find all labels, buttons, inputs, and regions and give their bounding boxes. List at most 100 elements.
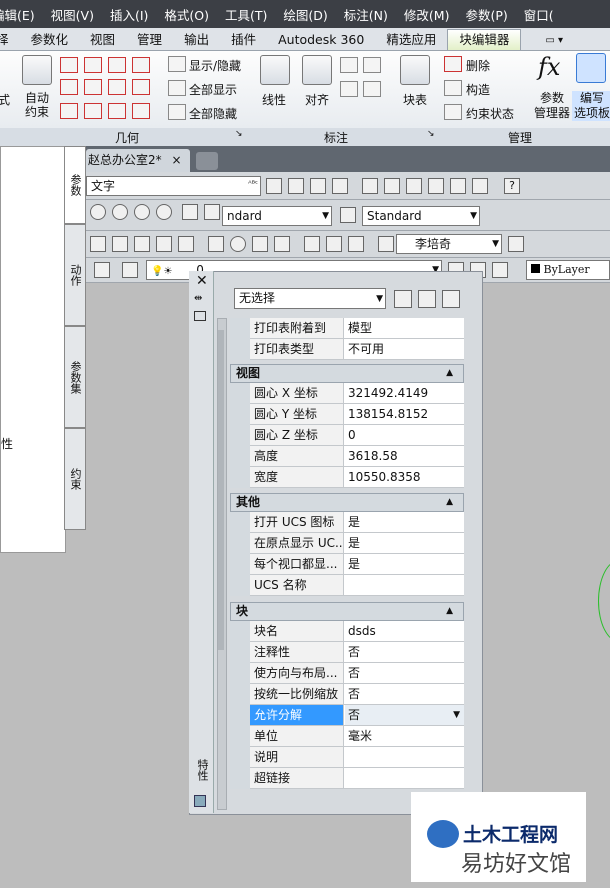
dim-baseline-icon[interactable] — [134, 236, 150, 252]
delete-button[interactable]: 删除 — [466, 57, 490, 74]
zoom-realtime-icon[interactable] — [332, 178, 348, 194]
menu-format[interactable]: 格式(O) — [164, 5, 209, 24]
symmetric-icon[interactable] — [108, 103, 126, 119]
new-tab-button[interactable] — [196, 152, 218, 170]
property-value[interactable]: 0 — [345, 425, 464, 445]
property-row[interactable]: 圆心 X 坐标 321492.4149 — [250, 383, 464, 404]
section-header-view[interactable]: 视图 ▲ — [230, 364, 464, 383]
angular-icon[interactable] — [340, 57, 358, 73]
tab-view[interactable]: 视图 — [79, 30, 126, 50]
tangent-icon[interactable] — [60, 103, 78, 119]
box-open-icon[interactable] — [204, 204, 220, 220]
linear-dimension-icon[interactable] — [260, 55, 290, 85]
text-style-select[interactable]: ndard ▼ — [222, 206, 332, 226]
tab-featured-apps[interactable]: 精选应用 — [375, 30, 447, 50]
property-row[interactable]: 按统一比例缩放 否 — [250, 684, 464, 705]
palette-tab-constraints[interactable]: 约束 — [64, 428, 86, 530]
convert-icon[interactable] — [363, 81, 381, 97]
palette-properties-icon[interactable] — [194, 795, 206, 807]
dimension-style-select[interactable]: Standard ▼ — [362, 206, 480, 226]
fix-icon[interactable] — [132, 57, 150, 73]
calculator-icon[interactable] — [472, 178, 488, 194]
jogged-icon[interactable] — [274, 236, 290, 252]
close-icon[interactable]: ✕ — [196, 273, 208, 289]
tab-block-editor[interactable]: 块编辑器 — [447, 29, 522, 50]
sphere-remove-icon[interactable] — [134, 204, 150, 220]
tab-parametric[interactable]: 参数化 — [20, 30, 80, 50]
spell-check-icon[interactable]: ᴬᴮᶜ — [248, 175, 258, 193]
tab-plugins[interactable]: 插件 — [220, 30, 267, 50]
authoring-palette-icon[interactable] — [576, 53, 606, 83]
property-value[interactable]: 否 — [345, 663, 464, 683]
selection-select[interactable]: 无选择 ▼ — [234, 288, 386, 309]
block-table-button[interactable]: 块表 — [403, 91, 427, 108]
property-row[interactable]: UCS 名称 — [250, 575, 464, 596]
auto-hide-icon[interactable]: ⇹ — [194, 293, 202, 304]
collinear-icon[interactable] — [84, 57, 102, 73]
auto-constrain-button[interactable]: 自动 约束 — [22, 91, 52, 119]
dimension-style-icon[interactable] — [340, 207, 356, 223]
menu-dimension[interactable]: 标注(N) — [344, 5, 388, 24]
markup-icon[interactable] — [450, 178, 466, 194]
dim-linear-icon[interactable] — [90, 236, 106, 252]
color-select[interactable]: ByLayer — [526, 260, 610, 280]
search-input[interactable]: 文字 ᴬᴮᶜ — [86, 176, 261, 196]
property-row[interactable]: 单位 毫米 — [250, 726, 464, 747]
dim-update-icon[interactable] — [348, 236, 364, 252]
show-all-button[interactable]: 全部显示 — [189, 81, 237, 98]
zoom-window-icon[interactable] — [288, 178, 304, 194]
property-row[interactable]: 打印表附着到 模型 — [250, 318, 464, 339]
property-value[interactable] — [345, 575, 464, 595]
panel-expand-icon[interactable]: ↘ — [235, 129, 243, 139]
constraint-status-button[interactable]: 约束状态 — [466, 105, 514, 122]
authoring-palette-button[interactable]: 编写 选项板 — [572, 91, 610, 121]
close-icon[interactable]: × — [171, 153, 181, 167]
menu-edit[interactable]: 编辑(E) — [0, 5, 35, 24]
perpendicular-icon[interactable] — [84, 79, 102, 95]
block-table-icon[interactable] — [400, 55, 430, 85]
linear-button[interactable]: 线性 — [262, 91, 286, 108]
property-row[interactable]: 圆心 Z 坐标 0 — [250, 425, 464, 446]
parameter-manager-button[interactable]: 参数 管理器 — [532, 91, 572, 121]
palette-tab-parameter-sets[interactable]: 参数集 — [64, 326, 86, 428]
property-row[interactable]: 圆心 Y 坐标 138154.8152 — [250, 404, 464, 425]
collapse-icon[interactable]: ▲ — [446, 603, 453, 620]
help-icon[interactable]: ? — [504, 178, 520, 194]
aligned-button[interactable]: 对齐 — [305, 91, 329, 108]
zoom-icon[interactable] — [266, 178, 282, 194]
select-objects-icon[interactable] — [418, 290, 436, 308]
property-row[interactable]: 块名 dsds — [250, 621, 464, 642]
property-value[interactable]: 否 — [345, 684, 464, 704]
collapse-icon[interactable]: ▲ — [446, 365, 453, 382]
chevron-down-icon[interactable]: ▼ — [453, 705, 460, 725]
property-row[interactable]: 超链接 — [250, 768, 464, 789]
property-row[interactable]: 注释性 否 — [250, 642, 464, 663]
parallel-icon[interactable] — [60, 79, 78, 95]
menu-view[interactable]: 视图(V) — [51, 5, 94, 24]
property-value[interactable]: 不可用 — [345, 339, 464, 359]
quick-select-icon[interactable] — [442, 290, 460, 308]
horizontal-icon[interactable] — [108, 79, 126, 95]
ribbon-minimize-icon[interactable]: ▭ ▾ — [545, 35, 563, 46]
aligned-dimension-icon[interactable] — [302, 55, 332, 85]
panel-expand-icon[interactable]: ↘ — [427, 129, 435, 139]
property-value[interactable]: dsds — [345, 621, 464, 641]
inspect-icon[interactable] — [252, 236, 268, 252]
construct-button[interactable]: 构造 — [466, 81, 490, 98]
radius-icon[interactable] — [363, 57, 381, 73]
tolerance-icon[interactable] — [208, 236, 224, 252]
menu-insert[interactable]: 插入(I) — [110, 5, 148, 24]
hide-all-button[interactable]: 全部隐藏 — [189, 105, 237, 122]
multileader-style-select[interactable]: 李培奇 ▼ — [396, 234, 502, 254]
dim-aligned-icon[interactable] — [112, 236, 128, 252]
property-row[interactable]: 打开 UCS 图标 是 — [250, 512, 464, 533]
tool-palettes-icon[interactable] — [406, 178, 422, 194]
property-value-dropdown[interactable]: 否 ▼ — [345, 705, 464, 725]
section-header-other[interactable]: 其他 ▲ — [230, 493, 464, 512]
vertical-icon[interactable] — [132, 79, 150, 95]
property-value[interactable]: 321492.4149 — [345, 383, 464, 403]
property-value[interactable]: 是 — [345, 533, 464, 553]
collapse-icon[interactable]: ▲ — [446, 494, 453, 511]
fx-icon[interactable]: fx — [538, 53, 560, 81]
dim-edit-icon[interactable] — [304, 236, 320, 252]
